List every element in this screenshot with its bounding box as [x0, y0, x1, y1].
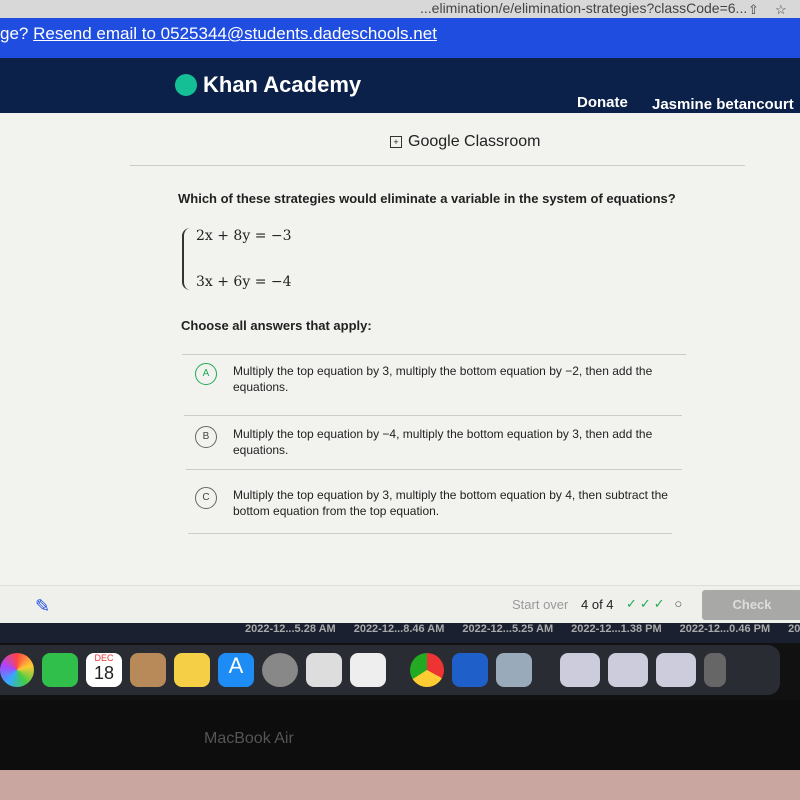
desk-surface [0, 770, 800, 800]
screenshot-icon[interactable] [306, 653, 342, 687]
preview-icon[interactable] [496, 653, 532, 687]
option-text: Multiply the top equation by 3, multiply… [233, 364, 653, 394]
contacts-icon[interactable] [130, 653, 166, 687]
dock: DEC 18 A [0, 645, 780, 695]
answer-option-c[interactable]: C Multiply the top equation by 3, multipl… [195, 487, 675, 519]
answer-option-b[interactable]: B Multiply the top equation by −4, multip… [195, 426, 675, 458]
option-letter-b[interactable]: B [195, 426, 217, 448]
check-button[interactable]: Check [702, 590, 800, 620]
equation-top: 2x + 8y = −3 [196, 228, 292, 244]
divider [186, 469, 682, 470]
thumbnail-label[interactable]: 2022-12...5.25 AM [462, 623, 553, 643]
user-menu[interactable]: Jasmine betancourt [652, 96, 794, 113]
site-header: Khan Academy Donate Jasmine betancourt [0, 58, 800, 113]
url-text[interactable]: ...elimination/e/elimination-strategies?… [420, 0, 747, 16]
exercise-footer: ✎ Start over 4 of 4 ✓✓✓ ○ Check [0, 585, 800, 623]
thumbnail-label[interactable]: 2022-12...5.28 AM [245, 623, 336, 643]
equation-system: 2x + 8y = −3 3x + 6y = −4 [182, 228, 292, 290]
verify-email-banner: ge? Resend email to 0525344@students.dad… [0, 18, 800, 58]
thumbnail-label[interactable]: 2022-12...6.36 PM [788, 623, 800, 643]
google-classroom-label: Google Classroom [408, 133, 541, 150]
calendar-month: DEC [94, 653, 114, 663]
laptop-bezel: MacBook Air [0, 700, 800, 770]
progress-count: 4 of 4 [581, 597, 614, 612]
scratchpad-icon[interactable]: ✎ [35, 596, 50, 617]
photos-icon[interactable] [0, 653, 34, 687]
facetime-icon[interactable] [42, 653, 78, 687]
notes-icon[interactable] [174, 653, 210, 687]
option-letter-a[interactable]: A [195, 363, 217, 385]
thumbnail-label[interactable]: 2022-12...0.46 PM [680, 623, 771, 643]
recent-window-1[interactable] [560, 653, 600, 687]
trash-icon[interactable] [704, 653, 726, 687]
check-icons: ✓✓✓ [626, 596, 668, 611]
start-over-button[interactable]: Start over [512, 597, 568, 612]
divider [184, 415, 682, 416]
pending-circle-icon: ○ [674, 596, 686, 611]
star-icon[interactable]: ☆ [775, 2, 787, 18]
desktop-thumbnails: 2022-12...5.28 AM 2022-12...8.46 AM 2022… [0, 623, 800, 643]
divider [182, 354, 686, 355]
khan-academy-logo[interactable]: Khan Academy [175, 72, 361, 98]
share-icon[interactable]: ⇧ [748, 2, 759, 18]
bezel-label: MacBook Air [204, 730, 294, 747]
instruction-text: Choose all answers that apply: [181, 318, 372, 333]
thumbnail-label[interactable]: 2022-12...1.38 PM [571, 623, 662, 643]
exercise-area: + Google Classroom Which of these strateg… [0, 113, 800, 623]
recent-window-3[interactable] [656, 653, 696, 687]
question-text: Which of these strategies would eliminat… [178, 191, 676, 206]
divider [188, 533, 672, 534]
banner-text: ge? [0, 24, 29, 43]
leaf-icon [175, 74, 197, 96]
classroom-icon: + [390, 136, 402, 148]
chrome-icon[interactable] [410, 653, 444, 687]
thumbnail-label[interactable]: 2022-12...8.46 AM [354, 623, 445, 643]
calendar-day: 18 [93, 663, 115, 683]
roblox-icon[interactable] [350, 653, 386, 687]
calendar-icon[interactable]: DEC 18 [86, 653, 122, 687]
option-text: Multiply the top equation by −4, multipl… [233, 427, 653, 457]
answer-option-a[interactable]: A Multiply the top equation by 3, multipl… [195, 363, 675, 395]
word-icon[interactable] [452, 653, 488, 687]
donate-link[interactable]: Donate [577, 94, 628, 111]
google-classroom-button[interactable]: + Google Classroom [390, 133, 541, 151]
resend-email-link[interactable]: Resend email to 0525344@students.dadesch… [33, 24, 437, 43]
divider [130, 165, 745, 166]
browser-url-bar[interactable]: ...elimination/e/elimination-strategies?… [0, 0, 800, 18]
logo-text: Khan Academy [203, 72, 362, 97]
app-store-icon[interactable]: A [218, 653, 254, 687]
option-text: Multiply the top equation by 3, multiply… [233, 488, 668, 518]
system-settings-icon[interactable] [262, 653, 298, 687]
equation-bottom: 3x + 6y = −4 [196, 274, 292, 290]
option-letter-c[interactable]: C [195, 487, 217, 509]
recent-window-2[interactable] [608, 653, 648, 687]
progress-marks: ✓✓✓ ○ [626, 596, 685, 612]
